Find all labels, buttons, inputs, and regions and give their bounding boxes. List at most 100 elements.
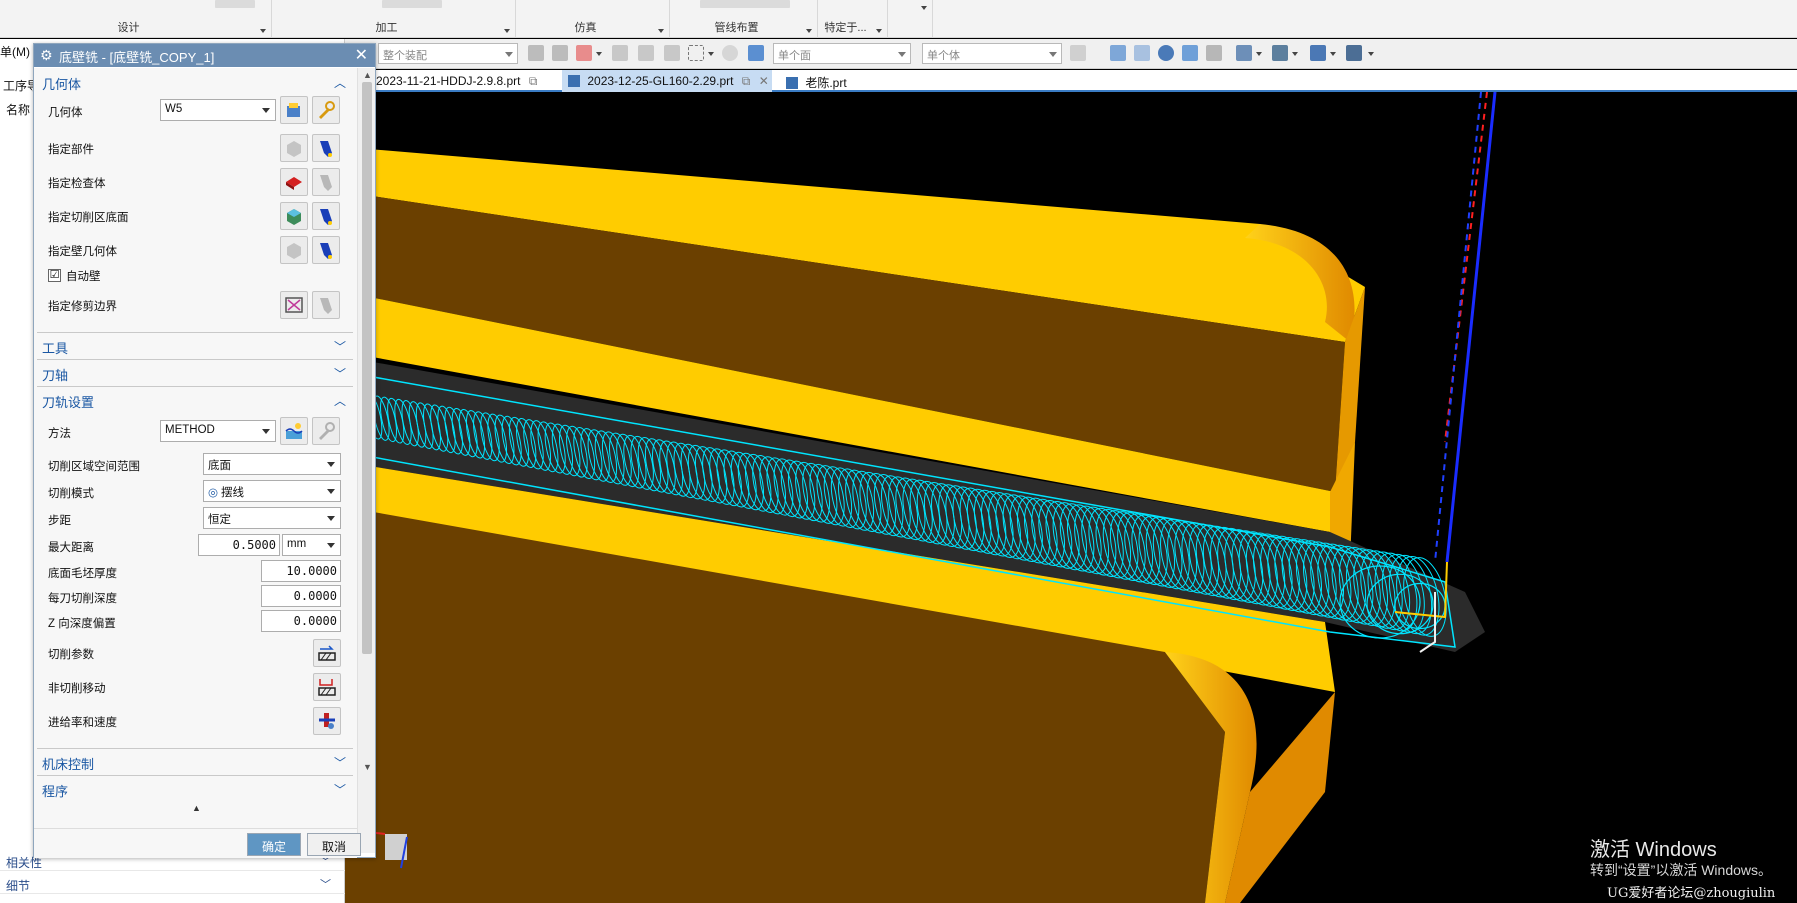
column-header-name[interactable]: 名称 <box>6 101 30 118</box>
max-distance-input[interactable]: 0.5000 <box>198 534 280 556</box>
show-check-button[interactable] <box>312 168 340 196</box>
ribbon-group-more[interactable] <box>888 0 933 38</box>
snap-quadrant-icon[interactable] <box>638 45 654 61</box>
chevron-down-icon[interactable] <box>504 29 510 33</box>
chevron-down-icon[interactable] <box>1292 52 1298 56</box>
new-method-button[interactable] <box>280 417 308 445</box>
ribbon-group-simulation[interactable]: 仿真 <box>516 0 670 38</box>
body-rule-select[interactable]: 单个体 <box>922 43 1062 64</box>
section-axis-header[interactable]: 刀轴 ﹀ <box>37 363 353 384</box>
edit-method-button[interactable] <box>312 417 340 445</box>
snap-intersect-icon[interactable] <box>664 45 680 61</box>
perspective-icon[interactable] <box>1206 45 1222 61</box>
close-icon[interactable]: ✕ <box>759 74 769 88</box>
section-tool-header[interactable]: 工具 ﹀ <box>37 336 353 357</box>
chevron-up-icon: ︿ <box>333 394 346 408</box>
chevron-down-icon[interactable] <box>1330 52 1336 56</box>
scrollbar-thumb[interactable] <box>362 82 372 654</box>
section-program-header[interactable]: 程序 ﹀ <box>37 779 353 800</box>
chevron-down-icon[interactable] <box>806 29 812 33</box>
chevron-down-icon[interactable] <box>1368 52 1374 56</box>
tab-hddj[interactable]: 2023-11-21-HDDJ-2.9.8.prt ⧉ <box>370 70 550 92</box>
snap-end-icon[interactable] <box>552 45 568 61</box>
close-icon[interactable]: ✕ <box>355 45 368 65</box>
tab-gl160[interactable]: 2023-12-25-GL160-2.29.prt ⧉ ✕ <box>562 70 772 92</box>
feeds-speeds-button[interactable] <box>313 707 341 735</box>
chevron-down-icon[interactable] <box>596 52 602 56</box>
show-floor-button[interactable] <box>312 202 340 230</box>
assembly-scope-select[interactable]: 整个装配 <box>378 43 518 64</box>
menu-fragment[interactable]: 单(M) <box>0 43 30 60</box>
new-geometry-button[interactable] <box>280 96 308 124</box>
dialog-scrollbar[interactable]: ▲ ▼ <box>357 68 375 853</box>
scroll-up-icon[interactable]: ▲ <box>363 70 372 80</box>
rectangle-select-icon[interactable] <box>688 45 704 61</box>
ribbon-group-design[interactable]: 设计 <box>0 0 272 38</box>
chevron-down-icon[interactable] <box>260 29 266 33</box>
gear-icon[interactable]: ⚙ <box>40 47 53 64</box>
face-rule-value: 单个面 <box>778 50 811 62</box>
graphics-viewport[interactable]: 激活 Windows 转到“设置”以激活 Windows。 UG爱好者论坛@zh… <box>345 92 1797 903</box>
section-path-header[interactable]: 刀轨设置 ︿ <box>37 390 353 411</box>
cut-params-button[interactable] <box>313 639 341 667</box>
auto-wall-checkbox[interactable]: ☑ <box>48 269 61 282</box>
section-geometry-header[interactable]: 几何体 ︿ <box>37 72 353 93</box>
ribbon-group-specific[interactable]: 特定于... <box>818 0 888 38</box>
section-machine-header[interactable]: 机床控制 ﹀ <box>37 752 353 773</box>
fit-view-icon[interactable] <box>1110 45 1126 61</box>
cancel-button[interactable]: 取消 <box>307 833 361 856</box>
ribbon-group-routing[interactable]: 管线布置 <box>670 0 818 38</box>
arrow-right-icon[interactable] <box>1070 45 1086 61</box>
floor-stock-input[interactable]: 10.0000 <box>261 560 341 582</box>
specify-wall-button[interactable] <box>280 236 308 264</box>
face-rule-select[interactable]: 单个面 <box>773 43 911 64</box>
chevron-down-icon[interactable] <box>876 29 882 33</box>
chevron-down-icon[interactable] <box>658 29 664 33</box>
specify-part-button[interactable] <box>280 134 308 162</box>
show-wall-button[interactable] <box>312 236 340 264</box>
ok-button[interactable]: 确定 <box>247 833 301 856</box>
cut-region-select[interactable]: 底面 <box>203 453 341 475</box>
rotate-icon[interactable] <box>1158 45 1174 61</box>
edit-section-icon[interactable] <box>1346 45 1362 61</box>
orient-view-icon[interactable] <box>1310 45 1326 61</box>
render-style-icon[interactable] <box>1272 45 1288 61</box>
dialog-title-bar[interactable]: ⚙ 底壁铣 - [底壁铣_COPY_1] ✕ <box>34 44 375 67</box>
show-trim-button[interactable] <box>312 291 340 319</box>
expand-more-icon[interactable]: ▲ <box>192 803 201 813</box>
chevron-down-icon[interactable] <box>1256 52 1262 56</box>
chevron-down-icon[interactable] <box>708 52 714 56</box>
cut-pattern-select[interactable]: ◎ 摆线 <box>203 480 341 502</box>
show-part-button[interactable] <box>312 134 340 162</box>
chevron-down-icon[interactable] <box>921 6 927 10</box>
snap-point-icon[interactable] <box>528 45 544 61</box>
select-body-icon[interactable] <box>722 45 738 61</box>
layout-grid-icon[interactable] <box>1236 45 1252 61</box>
snap-center-icon[interactable] <box>612 45 628 61</box>
tab-laochen[interactable]: 老陈.prt <box>780 70 870 92</box>
body-rule-value: 单个体 <box>927 50 960 62</box>
ribbon-group-machining[interactable]: 加工 <box>272 0 516 38</box>
max-distance-unit-select[interactable]: mm <box>282 534 341 556</box>
snap-mid-icon[interactable] <box>576 45 592 61</box>
tab-label: 2023-12-25-GL160-2.29.prt <box>587 74 734 88</box>
geometry-select[interactable]: W5 <box>160 99 276 121</box>
nav-section-details[interactable]: 细节 ﹀ <box>0 874 345 894</box>
specify-trim-button[interactable] <box>280 291 308 319</box>
method-select[interactable]: METHOD <box>160 420 276 442</box>
non-cutting-button[interactable] <box>313 673 341 701</box>
external-link-icon[interactable]: ⧉ <box>742 74 751 88</box>
select-face-icon[interactable] <box>748 45 764 61</box>
specify-part-label: 指定部件 <box>48 144 94 156</box>
stepover-select[interactable]: 恒定 <box>203 507 341 529</box>
zoom-icon[interactable] <box>1134 45 1150 61</box>
specify-floor-button[interactable] <box>280 202 308 230</box>
z-offset-input[interactable]: 0.0000 <box>261 610 341 632</box>
edit-geometry-button[interactable] <box>312 96 340 124</box>
external-link-icon[interactable]: ⧉ <box>529 74 538 88</box>
pan-icon[interactable] <box>1182 45 1198 61</box>
chevron-down-icon <box>327 489 335 494</box>
scroll-down-icon[interactable]: ▼ <box>363 762 372 772</box>
specify-check-button[interactable] <box>280 168 308 196</box>
depth-per-cut-input[interactable]: 0.0000 <box>261 585 341 607</box>
